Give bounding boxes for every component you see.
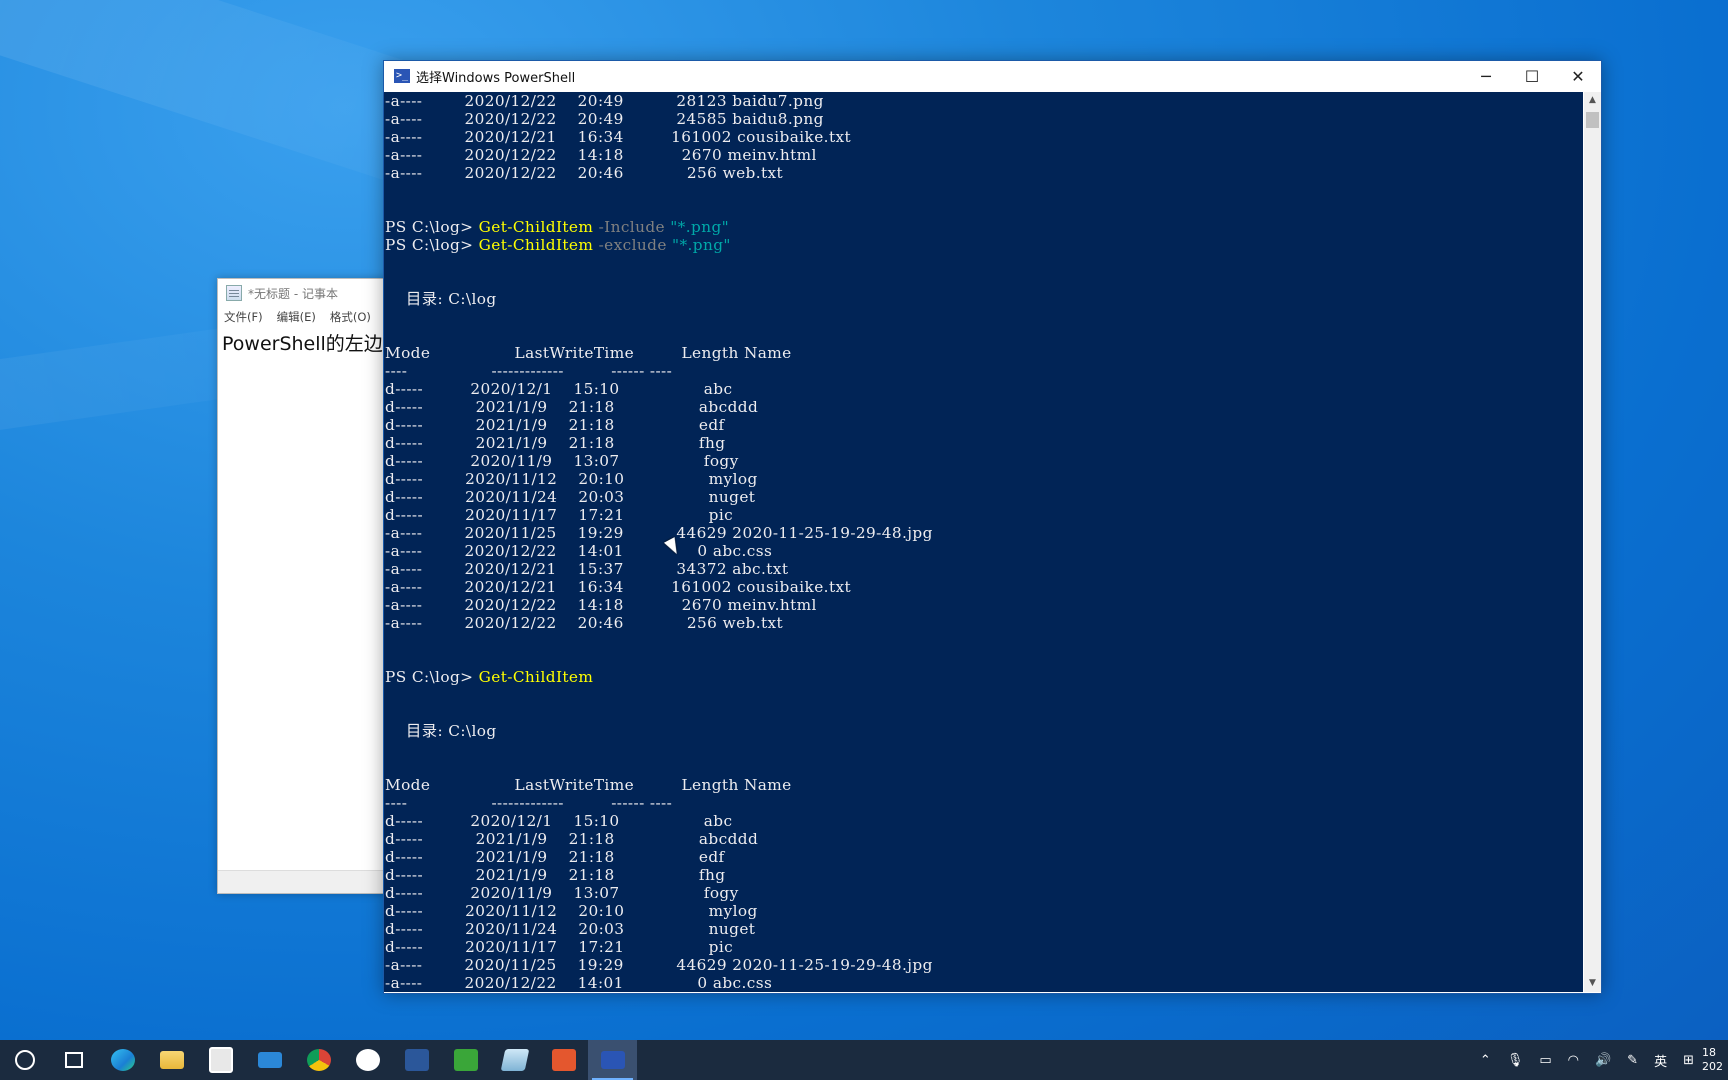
clock-time: 18 [1702,1046,1716,1059]
listing-row: d----- 2021/1/9 21:18 edf [385,416,725,434]
vertical-scrollbar[interactable]: ▲ ▼ [1584,92,1601,992]
directory-label: 目录: C:\log [385,290,497,308]
listing-row: d----- 2020/11/24 20:03 nuget [385,920,756,938]
listing-row: d----- 2020/11/17 17:21 pic [385,506,734,524]
powershell-icon: >_ [394,69,410,83]
listing-row: d----- 2020/11/24 20:03 nuget [385,488,756,506]
listing-row: d----- 2021/1/9 21:18 abcddd [385,830,759,848]
chrome-icon[interactable] [294,1040,343,1080]
close-button[interactable]: ✕ [1555,61,1601,91]
scroll-down-icon[interactable]: ▼ [1584,975,1601,992]
menu-edit[interactable]: 编辑(E) [277,309,316,325]
microphone-icon[interactable]: 🎙 [1507,1053,1524,1068]
listing-row: -a---- 2020/12/22 14:01 0 abc.css [385,542,773,560]
listing-row: -a---- 2020/11/25 19:29 44629 2020-11-25… [385,956,933,974]
notepad-menubar: 文件(F) 编辑(E) 格式(O) [218,307,398,327]
clock[interactable]: 18 202 [1702,1046,1728,1074]
powershell-taskbar-icon[interactable] [588,1040,637,1080]
notepad-taskbar-icon[interactable] [490,1040,539,1080]
listing-row: d----- 2021/1/9 21:18 fhg [385,866,726,884]
listing-row: d----- 2021/1/9 21:18 abcddd [385,398,759,416]
powershell-titlebar[interactable]: >_ 选择Windows PowerShell ─ ☐ ✕ [384,61,1601,91]
wifi-icon[interactable]: ◠ [1568,1053,1579,1068]
listing-row: d----- 2020/12/1 15:10 abc [385,380,733,398]
command-line: PS C:\log> Get-ChildItem -Include "*.png… [385,218,730,236]
listing-row: -a---- 2020/12/22 20:46 256 web.txt [385,164,784,182]
command-line: PS C:\log> Get-ChildItem -exclude "*.png… [385,236,731,254]
listing-row: -a---- 2020/12/22 14:01 0 abc.css [385,974,773,992]
minimize-button[interactable]: ─ [1463,61,1509,91]
clock-date: 202 [1702,1060,1723,1073]
listing-row: -a---- 2020/12/22 20:49 24585 baidu8.png [385,110,824,128]
scroll-thumb[interactable] [1586,112,1599,128]
listing-header: Mode LastWriteTime Length Name [385,344,792,362]
listing-row: d----- 2020/11/9 13:07 fogy [385,452,739,470]
listing-row: -a---- 2020/12/22 14:18 2670 meinv.html [385,596,817,614]
system-tray: ⌃ 🎙 ▭ ◠ 🔊 ✎ 英 ⊞ 18 202 [1472,1040,1728,1080]
show-hidden-icons-icon[interactable]: ⌃ [1480,1053,1491,1068]
listing-row: -a---- 2020/12/21 15:37 34372 abc.txt [385,560,789,578]
maximize-button[interactable]: ☐ [1509,61,1555,91]
notepad-window[interactable]: *无标题 - 记事本 文件(F) 编辑(E) 格式(O) PowerShell的… [217,278,399,894]
word-icon[interactable] [392,1040,441,1080]
feather-icon[interactable] [343,1040,392,1080]
notepad-titlebar[interactable]: *无标题 - 记事本 [218,279,398,307]
ime-mode-icon[interactable]: ⊞ [1683,1053,1694,1068]
ime-indicator[interactable]: 英 [1654,1051,1667,1070]
notepad-statusbar [218,870,398,893]
listing-row: d----- 2020/11/12 20:10 mylog [385,902,758,920]
powershell-title: 选择Windows PowerShell [416,70,576,86]
listing-header: Mode LastWriteTime Length Name [385,776,792,794]
listing-row: -a---- 2020/12/22 14:18 2670 meinv.html [385,146,817,164]
listing-row: -a---- 2020/12/21 16:34 161002 cousibaik… [385,578,852,596]
start-icon[interactable] [0,1040,49,1080]
battery-icon[interactable]: ▭ [1539,1053,1551,1068]
screen-recorder-icon[interactable] [539,1040,588,1080]
listing-row: -a---- 2020/12/21 16:34 161002 cousibaik… [385,128,852,146]
directory-label: 目录: C:\log [385,722,497,740]
notepad-icon [226,285,242,301]
volume-icon[interactable]: 🔊 [1595,1053,1611,1068]
listing-row: d----- 2021/1/9 21:18 edf [385,848,725,866]
store-icon[interactable] [196,1040,245,1080]
taskbar: ⌃ 🎙 ▭ ◠ 🔊 ✎ 英 ⊞ 18 202 [0,1040,1728,1080]
listing-row: d----- 2021/1/9 21:18 fhg [385,434,726,452]
console-text: -a---- 2020/12/22 20:49 28123 baidu7.png… [384,92,1583,992]
scroll-up-icon[interactable]: ▲ [1584,92,1601,109]
listing-row: d----- 2020/12/1 15:10 abc [385,812,733,830]
edge-icon[interactable] [98,1040,147,1080]
pen-icon[interactable]: ✎ [1627,1053,1638,1068]
mail-icon[interactable] [245,1040,294,1080]
listing-row: d----- 2020/11/9 13:07 fogy [385,884,739,902]
listing-row: -a---- 2020/12/22 20:49 28123 baidu7.png [385,92,824,110]
task-view-icon[interactable] [49,1040,98,1080]
camtasia-icon[interactable] [441,1040,490,1080]
listing-row: -a---- 2020/12/22 20:46 256 web.txt [385,614,784,632]
file-explorer-icon[interactable] [147,1040,196,1080]
notepad-title: *无标题 - 记事本 [248,286,338,301]
console-output[interactable]: -a---- 2020/12/22 20:49 28123 baidu7.png… [384,92,1583,992]
listing-row: d----- 2020/11/12 20:10 mylog [385,470,758,488]
notepad-text-area[interactable]: PowerShell的左边 [218,327,398,358]
listing-row: -a---- 2020/11/25 19:29 44629 2020-11-25… [385,524,933,542]
powershell-window[interactable]: >_ 选择Windows PowerShell ─ ☐ ✕ -a---- 202… [383,60,1602,994]
command-line: PS C:\log> Get-ChildItem [385,668,594,686]
listing-row: d----- 2020/11/17 17:21 pic [385,938,734,956]
menu-format[interactable]: 格式(O) [330,309,371,325]
menu-file[interactable]: 文件(F) [224,309,263,325]
